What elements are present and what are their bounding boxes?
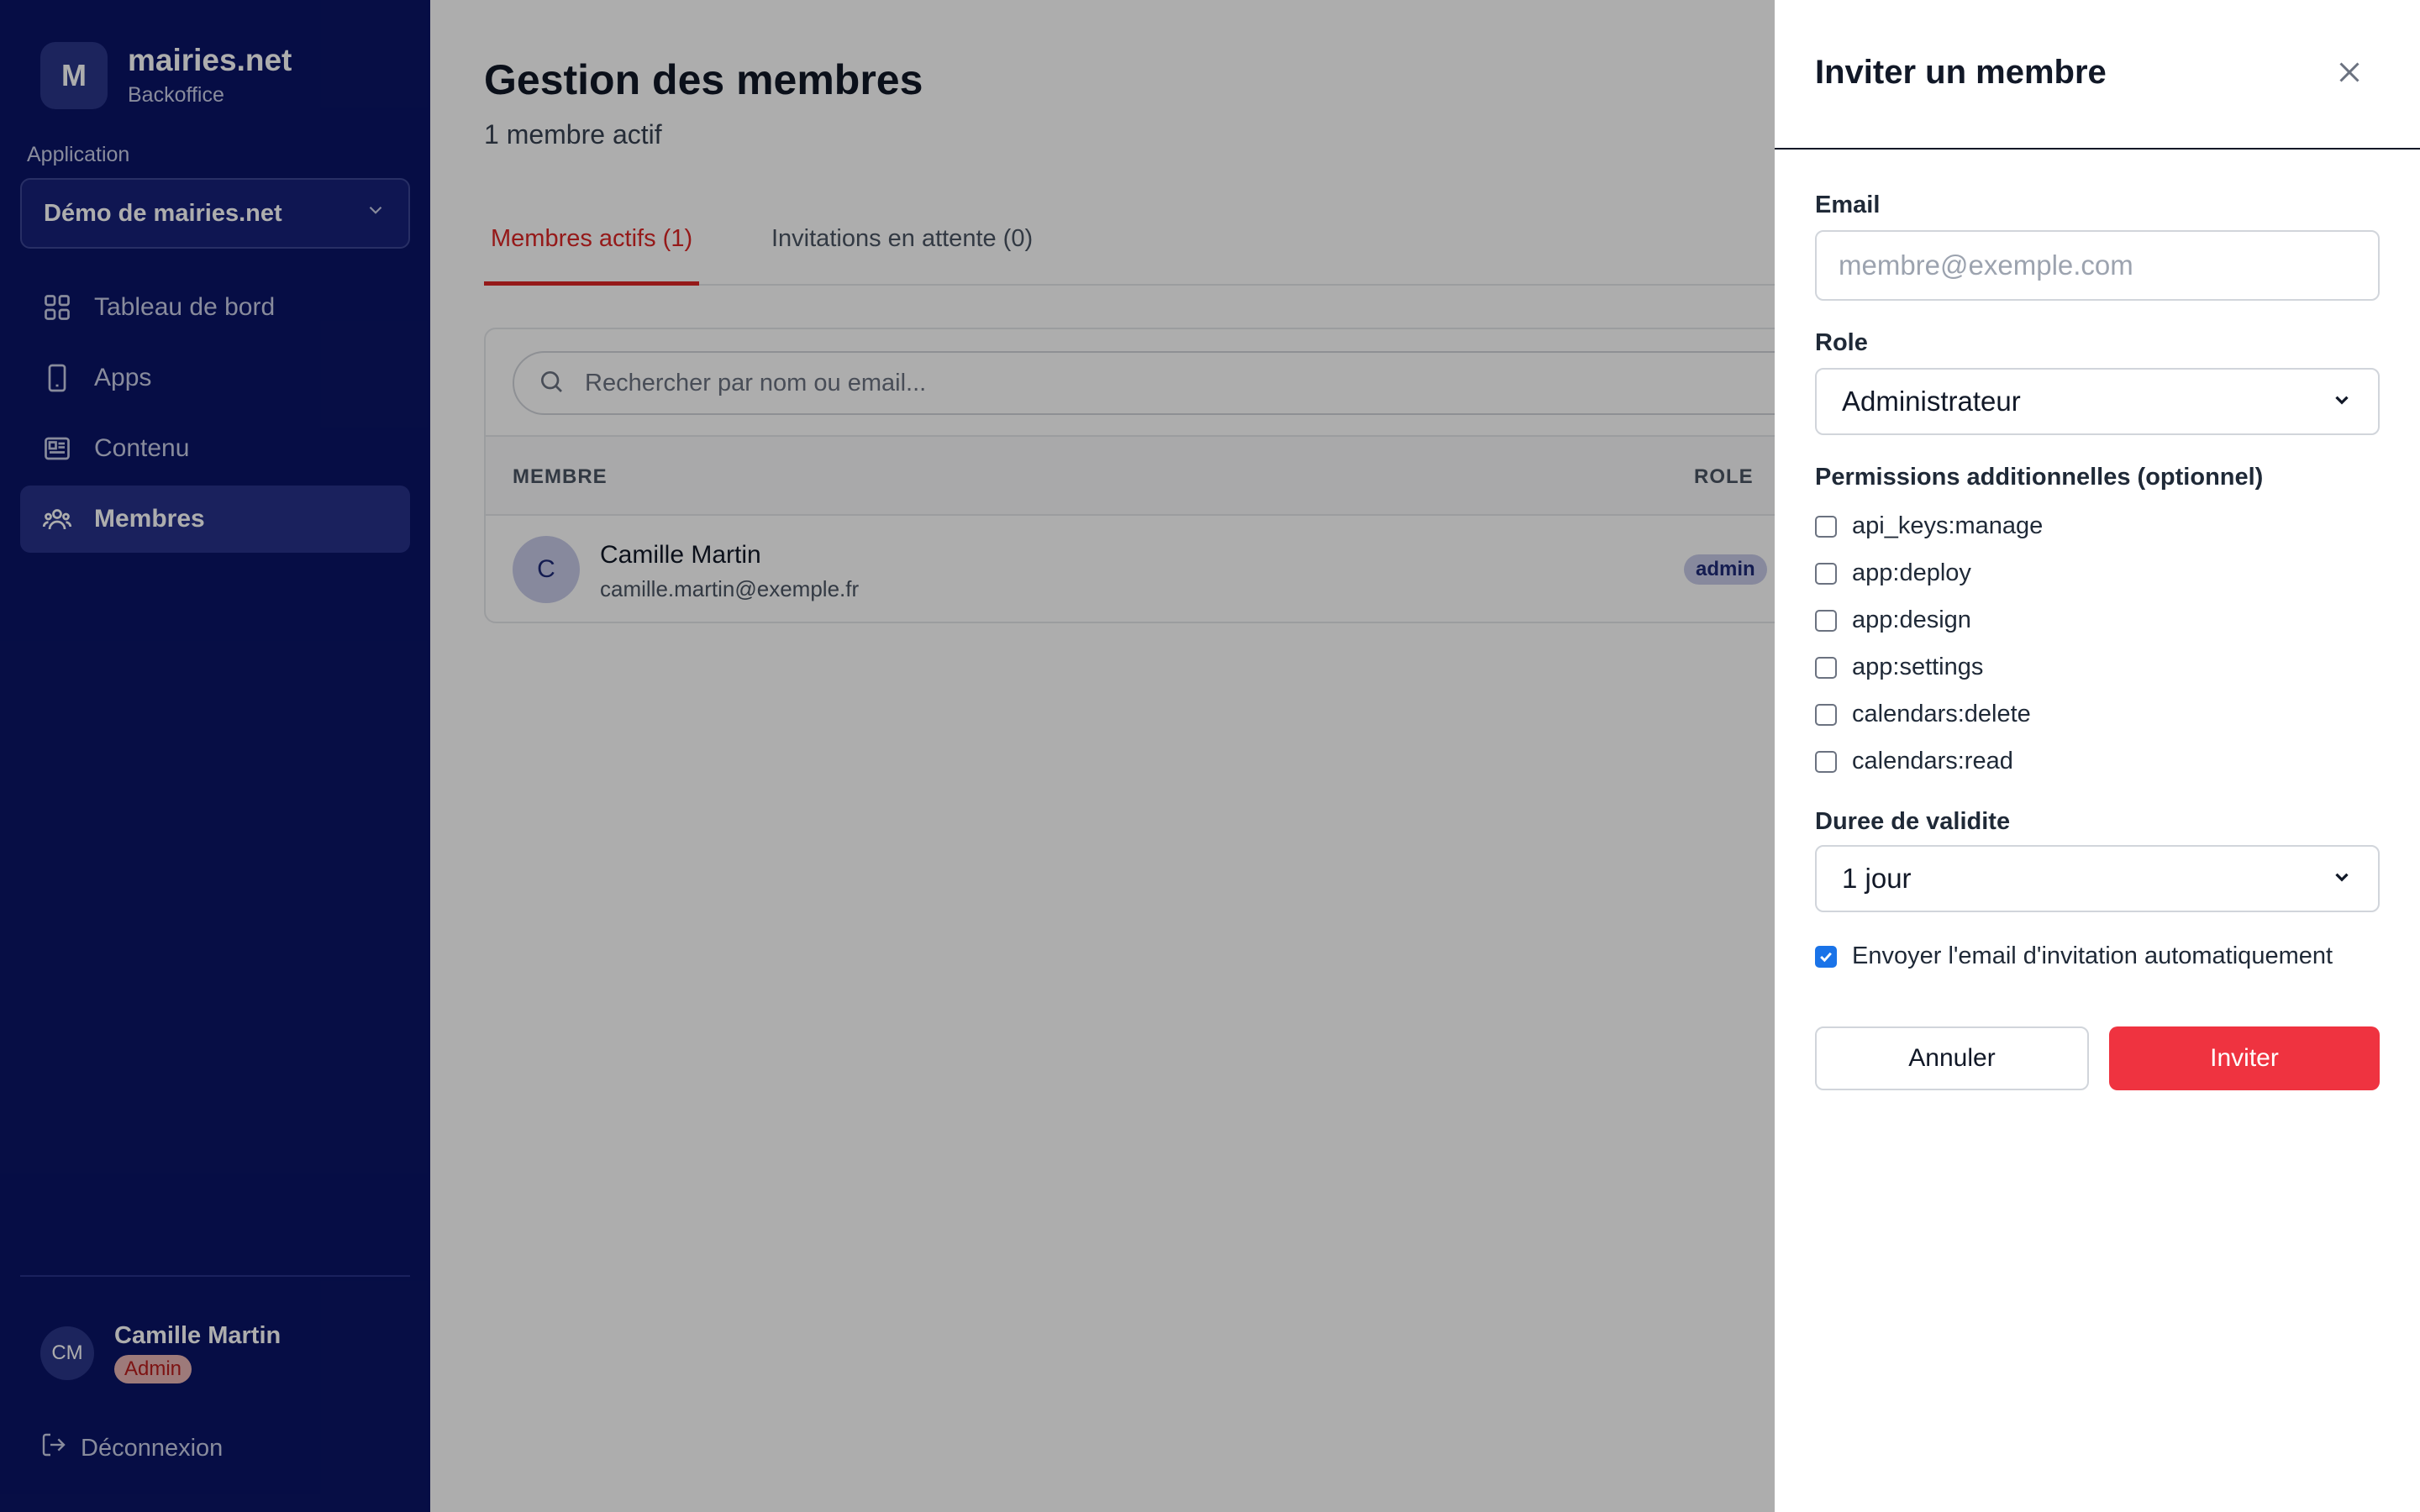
close-button[interactable] [2326,50,2373,97]
duration-label: Duree de validite [1815,808,2011,835]
checkbox[interactable] [1815,609,1837,632]
permissions-label: Permissions additionnelles (optionnel) [1815,464,2264,491]
send-email-option[interactable]: Envoyer l'email d'invitation automatique… [1815,942,2333,970]
checkbox-checked[interactable] [1815,945,1837,968]
permission-app-design[interactable]: app:design [1815,606,1971,634]
email-label: Email [1815,192,1881,218]
invite-drawer: Inviter un membre Email Role Administrat… [1775,0,2420,1512]
chevron-down-icon [2331,386,2353,417]
permission-app-deploy[interactable]: app:deploy [1815,559,1971,587]
permission-api-keys-manage[interactable]: api_keys:manage [1815,512,2043,540]
checkbox[interactable] [1815,562,1837,585]
invite-button[interactable]: Inviter [2109,1026,2380,1090]
role-selected: Administrateur [1842,386,2021,417]
duration-select[interactable]: 1 jour [1815,845,2380,912]
duration-selected: 1 jour [1842,863,1912,894]
checkbox[interactable] [1815,515,1837,538]
permission-label: api_keys:manage [1852,512,2044,539]
cancel-button[interactable]: Annuler [1815,1026,2089,1090]
drawer-title: Inviter un membre [1815,54,2107,91]
checkbox[interactable] [1815,750,1837,773]
checkbox[interactable] [1815,703,1837,726]
role-select[interactable]: Administrateur [1815,368,2380,435]
permission-app-settings[interactable]: app:settings [1815,654,1983,681]
close-icon [2334,57,2365,92]
permission-label: calendars:delete [1852,701,2031,727]
chevron-down-icon [2331,863,2353,895]
permission-label: app:settings [1852,654,1984,680]
permission-label: app:design [1852,606,1971,633]
permission-calendars-read[interactable]: calendars:read [1815,748,2013,775]
permission-label: calendars:read [1852,748,2013,774]
permission-calendars-delete[interactable]: calendars:delete [1815,701,2031,728]
send-email-label: Envoyer l'email d'invitation automatique… [1852,942,2333,969]
role-label: Role [1815,329,1868,356]
modal-overlay[interactable] [0,0,1775,1512]
checkbox[interactable] [1815,656,1837,679]
drawer-header: Inviter un membre [1775,0,2420,150]
permission-label: app:deploy [1852,559,1971,586]
email-field[interactable] [1815,230,2380,301]
